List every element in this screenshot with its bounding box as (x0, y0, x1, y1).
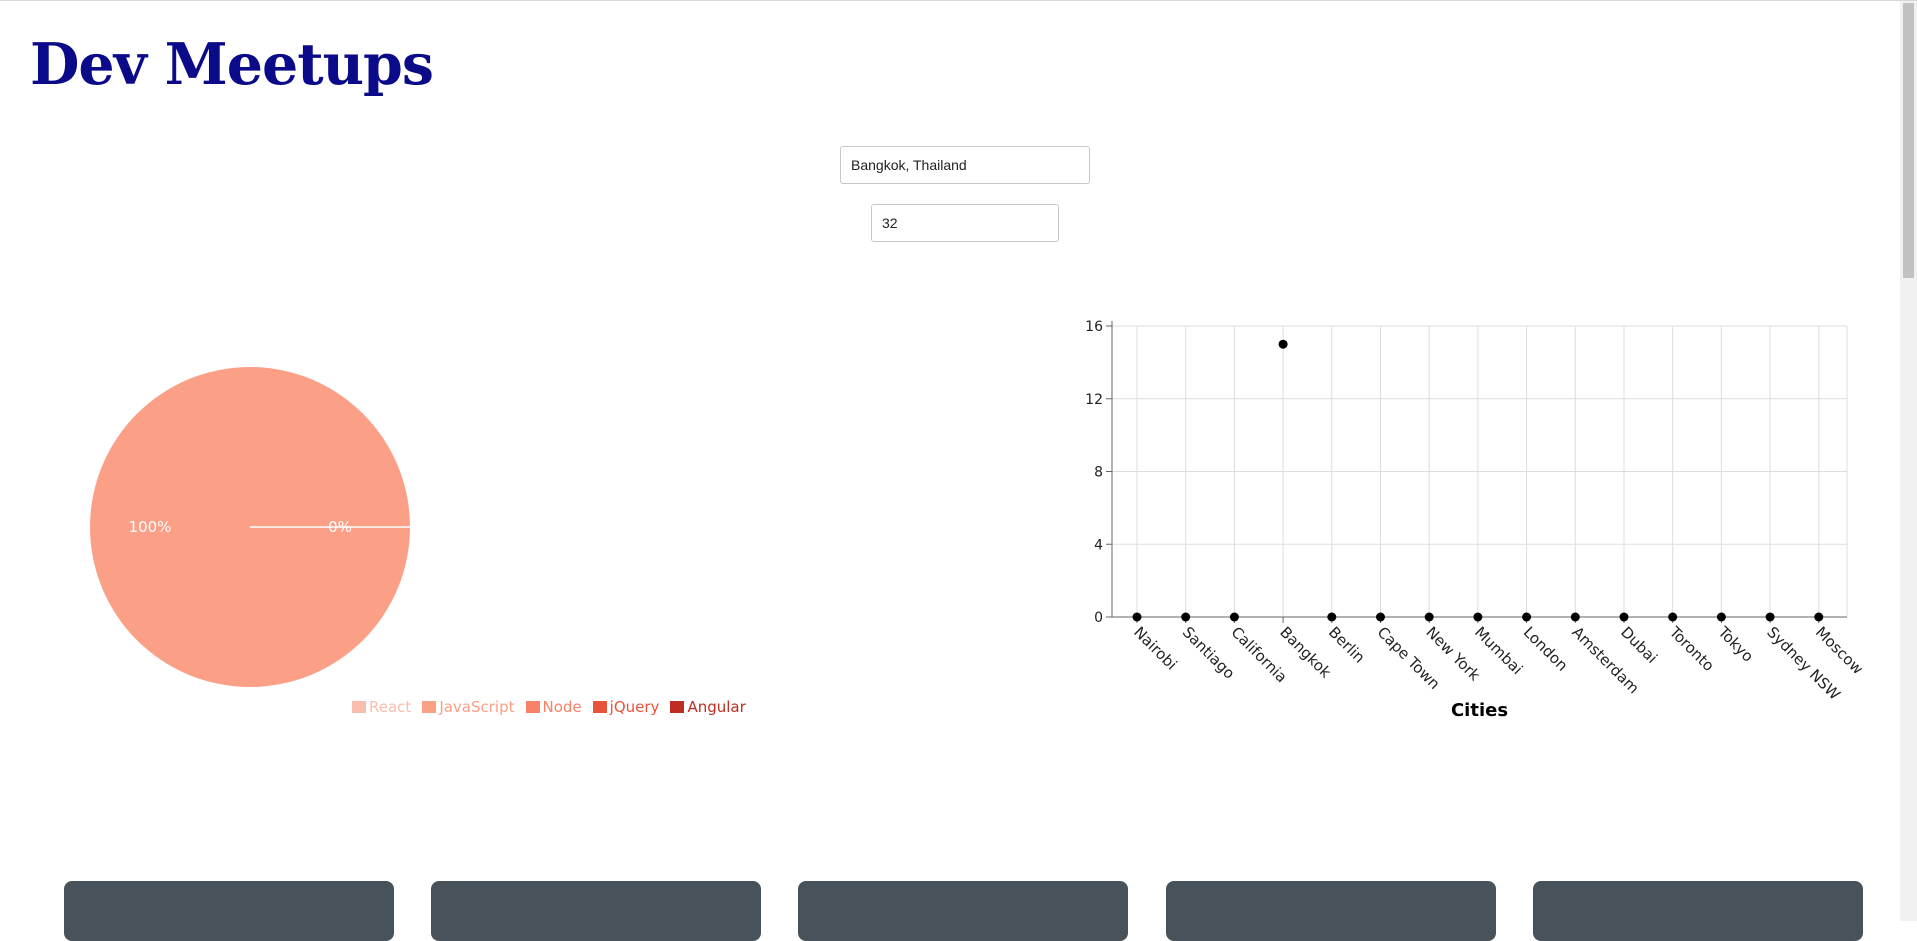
scatter-point-nairobi[interactable] (1132, 612, 1142, 622)
scatter-point-new-york[interactable] (1424, 612, 1434, 622)
legend-label: React (369, 698, 412, 716)
pie-data-label: 0% (328, 518, 352, 536)
y-tick-label: 16 (1085, 319, 1103, 335)
event-card[interactable] (64, 881, 394, 941)
scatter-point-toronto[interactable] (1668, 612, 1678, 622)
city-search-input[interactable] (840, 146, 1090, 184)
y-tick-label: 12 (1085, 392, 1103, 408)
scatter-point-california[interactable] (1229, 612, 1239, 622)
scatter-chart: 0481216NairobiSantiagoCaliforniaBangkokB… (1085, 319, 1867, 721)
legend-item-javascript[interactable]: JavaScript (422, 698, 515, 716)
scatter-point-cape-town[interactable] (1375, 612, 1385, 622)
pie-data-label: 100% (129, 518, 172, 536)
scatter-point-mumbai[interactable] (1473, 612, 1483, 622)
legend-swatch (422, 701, 437, 713)
legend-item-angular[interactable]: Angular (670, 698, 746, 716)
y-tick-label: 8 (1094, 465, 1103, 481)
event-card[interactable] (798, 881, 1128, 941)
pie-chart: 100% 0% (90, 367, 410, 687)
number-of-events-input[interactable] (871, 204, 1059, 242)
pie-legend: React JavaScript Node jQuery Angular (352, 698, 746, 716)
x-tick-label: Santiago (1179, 623, 1239, 683)
scatter-point-dubai[interactable] (1619, 612, 1629, 622)
page-title: Dev Meetups (30, 31, 434, 98)
legend-label: JavaScript (439, 698, 515, 716)
scatter-point-sydney-nsw[interactable] (1765, 612, 1775, 622)
scatter-point-moscow[interactable] (1814, 612, 1824, 622)
x-tick-label: Dubai (1617, 623, 1661, 667)
scatter-point-bangkok[interactable] (1278, 339, 1288, 349)
legend-label: jQuery (609, 698, 660, 716)
x-tick-label: Nairobi (1130, 623, 1180, 673)
event-card[interactable] (431, 881, 761, 941)
scatter-point-santiago[interactable] (1181, 612, 1191, 622)
x-axis-title: Cities (1451, 700, 1508, 721)
event-card[interactable] (1166, 881, 1496, 941)
page-scrollbar[interactable] (1900, 1, 1917, 921)
event-cards (0, 881, 1900, 941)
scatter-point-london[interactable] (1522, 612, 1532, 622)
x-tick-label: London (1520, 623, 1572, 675)
legend-swatch (525, 701, 540, 713)
x-tick-label: Toronto (1665, 622, 1718, 675)
legend-label: Node (542, 698, 582, 716)
x-tick-label: Tokyo (1714, 622, 1757, 665)
scatter-point-berlin[interactable] (1327, 612, 1337, 622)
legend-swatch (352, 701, 366, 713)
legend-label: Angular (687, 698, 746, 716)
x-tick-label: Berlin (1325, 623, 1369, 667)
y-tick-label: 4 (1094, 537, 1103, 553)
legend-item-react[interactable]: React (352, 698, 411, 716)
legend-item-node[interactable]: Node (525, 698, 582, 716)
scatter-point-tokyo[interactable] (1716, 612, 1726, 622)
y-tick-label: 0 (1094, 610, 1103, 626)
event-card[interactable] (1533, 881, 1863, 941)
legend-swatch (670, 701, 685, 713)
legend-item-jquery[interactable]: jQuery (592, 698, 660, 716)
scatter-point-amsterdam[interactable] (1570, 612, 1580, 622)
legend-swatch (592, 701, 607, 713)
scrollbar-thumb[interactable] (1903, 3, 1914, 278)
